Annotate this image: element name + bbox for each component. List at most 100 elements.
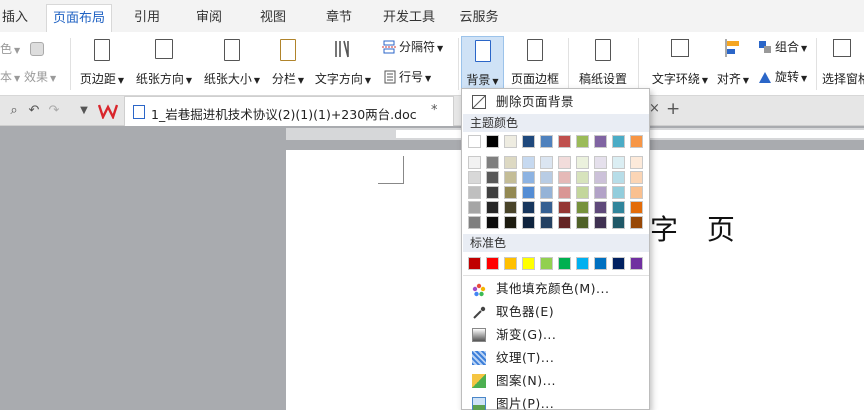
background-button[interactable]: 背景 ▼ xyxy=(461,36,504,92)
quick-access-dropdown-icon[interactable]: ▼ xyxy=(76,103,92,119)
standard-color-swatch[interactable] xyxy=(576,257,589,270)
standard-color-swatch[interactable] xyxy=(612,257,625,270)
theme-color-swatch[interactable] xyxy=(522,135,535,148)
theme-color-swatch[interactable] xyxy=(504,171,517,184)
theme-color-swatch[interactable] xyxy=(486,156,499,169)
theme-color-swatch[interactable] xyxy=(486,186,499,199)
theme-color-swatch[interactable] xyxy=(612,135,625,148)
theme-color-swatch[interactable] xyxy=(504,135,517,148)
tab-developer[interactable]: 开发工具 xyxy=(376,4,442,32)
theme-color-swatch[interactable] xyxy=(576,186,589,199)
close-tab-icon[interactable]: × xyxy=(649,101,660,116)
theme-color-swatch[interactable] xyxy=(594,135,607,148)
align-button[interactable]: 对齐 ▼ xyxy=(712,36,754,92)
standard-color-swatch[interactable] xyxy=(540,257,553,270)
theme-color-swatch[interactable] xyxy=(468,201,481,214)
theme-color-swatch[interactable] xyxy=(630,186,643,199)
theme-color-swatch[interactable] xyxy=(486,171,499,184)
theme-color-swatch[interactable] xyxy=(522,186,535,199)
standard-color-swatch[interactable] xyxy=(522,257,535,270)
theme-color-swatch[interactable] xyxy=(486,135,499,148)
select-pane-button[interactable]: 选择窗格 xyxy=(820,36,864,92)
standard-color-swatch[interactable] xyxy=(630,257,643,270)
theme-color-swatch[interactable] xyxy=(576,156,589,169)
picture-item[interactable]: 图片(P)... xyxy=(462,393,649,410)
theme-color-swatch[interactable] xyxy=(522,216,535,229)
theme-color-swatch[interactable] xyxy=(630,156,643,169)
remove-page-background-item[interactable]: 删除页面背景 xyxy=(462,91,649,113)
theme-color-swatch[interactable] xyxy=(576,135,589,148)
theme-color-swatch[interactable] xyxy=(612,216,625,229)
orientation-button[interactable]: 纸张方向 ▼ xyxy=(130,36,198,92)
texture-item[interactable]: 纹理(T)... xyxy=(462,347,649,369)
theme-color-swatch[interactable] xyxy=(612,201,625,214)
theme-color-swatch[interactable] xyxy=(558,216,571,229)
theme-color-swatch[interactable] xyxy=(522,171,535,184)
line-numbers-button[interactable]: 行号 ▼ xyxy=(382,66,431,88)
theme-color-swatch[interactable] xyxy=(576,171,589,184)
pattern-item[interactable]: 图案(N)... xyxy=(462,370,649,392)
breaks-button[interactable]: 分隔符 ▼ xyxy=(382,36,443,58)
theme-color-swatch[interactable] xyxy=(486,201,499,214)
rotate-button[interactable]: 旋转 ▼ xyxy=(758,66,807,88)
tab-references[interactable]: 引用 xyxy=(124,4,170,32)
columns-button[interactable]: 分栏 ▼ xyxy=(266,36,310,92)
theme-color-swatch[interactable] xyxy=(630,135,643,148)
undo-icon[interactable]: ↶ xyxy=(26,103,42,119)
tab-chapter[interactable]: 章节 xyxy=(316,4,362,32)
theme-color-swatch[interactable] xyxy=(468,156,481,169)
theme-shape-icon[interactable] xyxy=(30,38,47,60)
theme-color-swatch[interactable] xyxy=(630,216,643,229)
theme-color-swatch[interactable] xyxy=(558,156,571,169)
theme-color-swatch[interactable] xyxy=(576,216,589,229)
theme-color-swatch[interactable] xyxy=(504,201,517,214)
theme-color-swatch[interactable] xyxy=(630,171,643,184)
text-direction-button[interactable]: 文字方向 ▼ xyxy=(310,36,376,92)
theme-color-swatch[interactable] xyxy=(594,201,607,214)
theme-color-swatch[interactable] xyxy=(540,171,553,184)
theme-color-swatch[interactable] xyxy=(540,186,553,199)
theme-color-swatch[interactable] xyxy=(486,216,499,229)
tab-cloud[interactable]: 云服务 xyxy=(452,4,506,32)
theme-color-swatch[interactable] xyxy=(576,201,589,214)
theme-color-swatch[interactable] xyxy=(468,171,481,184)
group-button[interactable]: 组合 ▼ xyxy=(758,36,807,58)
tab-view[interactable]: 视图 xyxy=(250,4,296,32)
preview-icon[interactable]: ⌕ xyxy=(6,103,22,119)
gradient-item[interactable]: 渐变(G)... xyxy=(462,324,649,346)
page-border-button[interactable]: 页面边框 xyxy=(506,36,564,92)
theme-color-swatch[interactable] xyxy=(504,216,517,229)
theme-color-swatch[interactable] xyxy=(504,186,517,199)
theme-color-swatch[interactable] xyxy=(594,186,607,199)
theme-color-swatch[interactable] xyxy=(558,171,571,184)
theme-color-swatch[interactable] xyxy=(540,156,553,169)
theme-color-swatch[interactable] xyxy=(540,216,553,229)
theme-color-swatch[interactable] xyxy=(540,135,553,148)
manuscript-button[interactable]: 稿纸设置 xyxy=(574,36,632,92)
theme-color-swatch[interactable] xyxy=(522,201,535,214)
theme-color-swatch[interactable] xyxy=(612,156,625,169)
theme-color-swatch[interactable] xyxy=(558,186,571,199)
theme-color-swatch[interactable] xyxy=(630,201,643,214)
standard-color-swatch[interactable] xyxy=(486,257,499,270)
text-wrap-button[interactable]: 文字环绕 ▼ xyxy=(644,36,716,92)
margins-button[interactable]: 页边距 ▼ xyxy=(74,36,130,92)
paper-size-button[interactable]: 纸张大小 ▼ xyxy=(198,36,266,92)
effects-button[interactable]: 效果 ▼ xyxy=(24,66,56,88)
more-fill-colors-item[interactable]: 其他填充颜色(M)... xyxy=(462,278,649,300)
standard-color-swatch[interactable] xyxy=(468,257,481,270)
theme-color-swatch[interactable] xyxy=(594,171,607,184)
standard-color-swatch[interactable] xyxy=(558,257,571,270)
eyedropper-item[interactable]: 取色器(E) xyxy=(462,301,649,323)
tab-review[interactable]: 审阅 xyxy=(186,4,232,32)
tab-page-layout[interactable]: 页面布局 xyxy=(46,4,112,32)
theme-color-swatch[interactable] xyxy=(540,201,553,214)
theme-color-swatch[interactable] xyxy=(612,171,625,184)
theme-color-swatch[interactable] xyxy=(522,156,535,169)
theme-color-swatch[interactable] xyxy=(612,186,625,199)
standard-color-swatch[interactable] xyxy=(504,257,517,270)
theme-color-button[interactable]: 色 ▼ xyxy=(0,38,20,60)
new-tab-icon[interactable]: + xyxy=(666,99,680,119)
theme-color-swatch[interactable] xyxy=(594,156,607,169)
theme-color-swatch[interactable] xyxy=(468,216,481,229)
